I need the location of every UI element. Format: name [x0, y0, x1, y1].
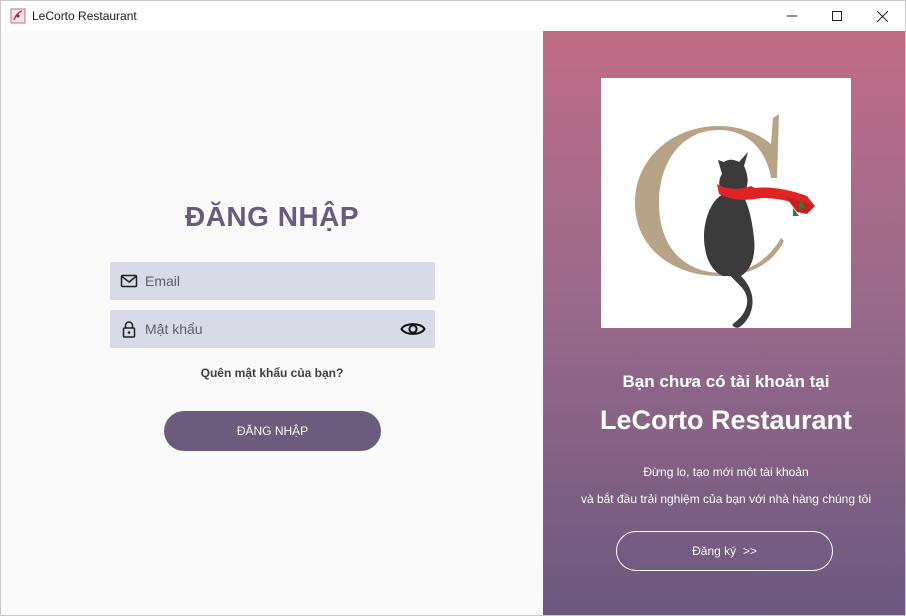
promo-restaurant-name: LeCorto Restaurant	[599, 405, 853, 435]
window-title: LeCorto Restaurant	[32, 9, 137, 23]
login-button-label: ĐĂNG NHẬP	[236, 424, 309, 438]
password-input[interactable]	[145, 310, 395, 348]
restaurant-logo	[601, 78, 851, 328]
app-logo-icon	[10, 8, 26, 24]
signup-button-label: Đăng ký >>	[692, 544, 757, 558]
maximize-button[interactable]	[814, 1, 860, 31]
lock-icon	[120, 320, 138, 338]
close-button[interactable]	[859, 1, 905, 31]
maximize-icon	[832, 11, 842, 21]
cat-logo	[635, 114, 815, 328]
email-field[interactable]	[110, 262, 435, 300]
mail-icon	[120, 272, 138, 290]
email-input[interactable]	[145, 262, 395, 300]
login-button[interactable]: ĐĂNG NHẬP	[164, 411, 381, 451]
app-window: LeCorto Restaurant ĐĂNG NHẬP Email Quên …	[0, 0, 906, 616]
minimize-icon	[787, 15, 797, 17]
promo-line-3: Đừng lo, tạo mới một tài khoản	[643, 465, 809, 479]
signup-panel: Bạn chưa có tài khoản tại LeCorto Restau…	[543, 31, 905, 615]
promo-line-4: và bắt đầu trải nghiệm của bạn với nhà h…	[580, 492, 872, 506]
password-field[interactable]	[110, 310, 435, 348]
login-panel: ĐĂNG NHẬP Email Quên mật khẩu của bạn? Đ…	[1, 31, 543, 615]
promo-line-1: Bạn chưa có tài khoản tại	[622, 372, 830, 391]
title-bar[interactable]: LeCorto Restaurant	[1, 1, 905, 31]
close-icon	[876, 10, 888, 22]
login-title: ĐĂNG NHẬP	[184, 201, 360, 232]
forgot-password-link[interactable]: Quên mật khẩu của bạn?	[1, 366, 543, 380]
signup-button[interactable]: Đăng ký >>	[616, 531, 833, 571]
eye-icon[interactable]	[400, 319, 426, 339]
minimize-button[interactable]	[769, 1, 815, 31]
